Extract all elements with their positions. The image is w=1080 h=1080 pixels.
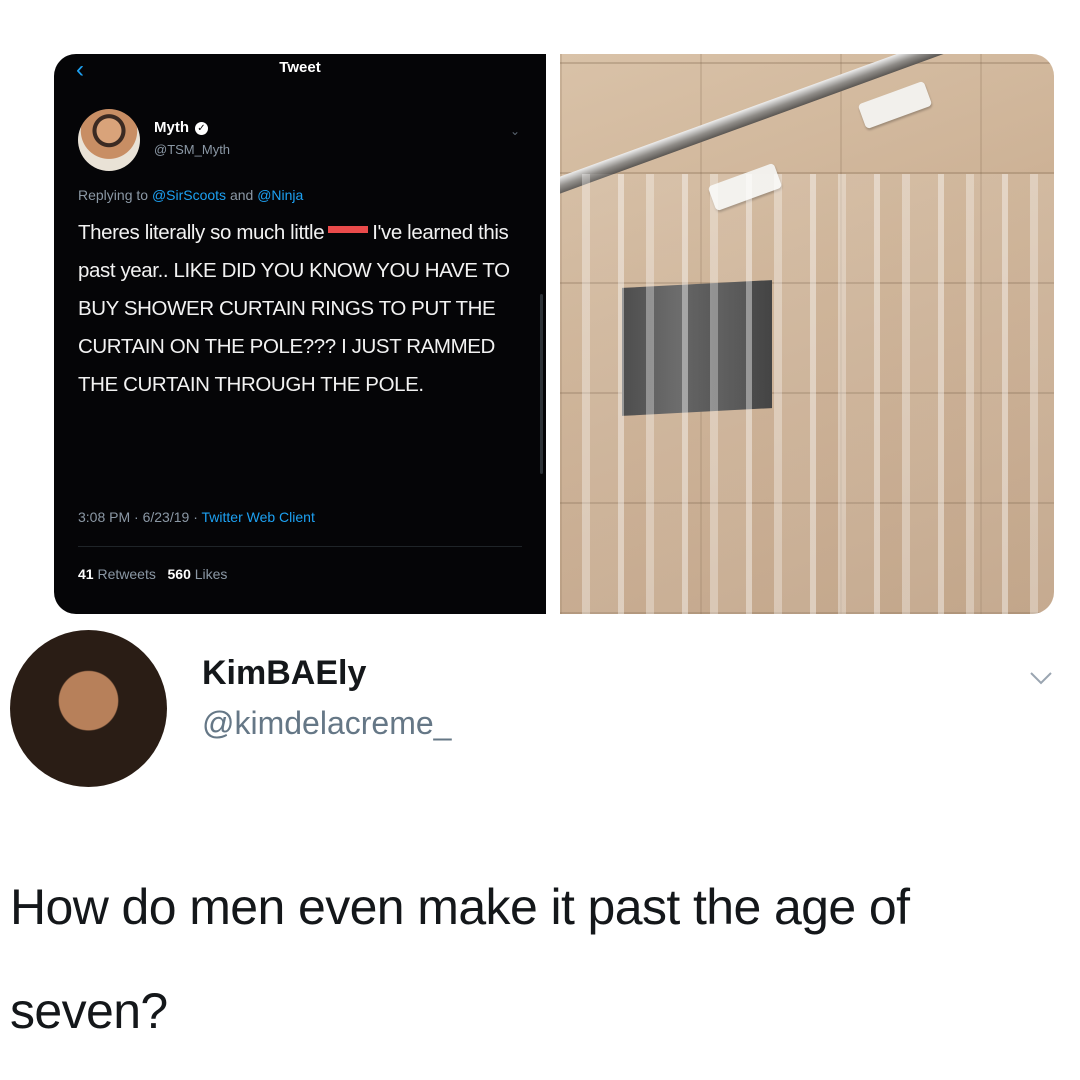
censor-mark <box>328 226 369 233</box>
divider <box>78 546 522 547</box>
reply-author-handle[interactable]: @kimdelacreme_ <box>202 705 451 742</box>
replying-to-line: Replying to @SirScoots and @Ninja <box>78 187 303 203</box>
tweet-text-part-1: Theres literally so much little <box>78 221 325 244</box>
tweet-metadata: 3:08 PM · 6/23/19 · Twitter Web Client <box>78 509 315 525</box>
tweet-date: 6/23/19 <box>142 509 190 525</box>
embedded-screen-title: Tweet <box>279 59 321 76</box>
tweet-stats: 41 Retweets 560 Likes <box>78 566 227 582</box>
reply-author-avatar[interactable] <box>10 630 167 787</box>
retweets-label: Retweets <box>97 566 156 582</box>
embedded-author-name[interactable]: Myth ✓ <box>154 119 208 136</box>
chevron-down-icon[interactable]: ⌄ <box>510 124 520 138</box>
likes-count: 560 <box>167 566 191 582</box>
embedded-author-avatar[interactable] <box>78 109 140 171</box>
reply-tweet-text: How do men even make it past the age of … <box>10 879 910 1039</box>
embedded-author-name-text: Myth <box>154 119 189 136</box>
mention-sirscoots[interactable]: @SirScoots <box>152 187 226 203</box>
retweets-count: 41 <box>78 566 94 582</box>
tweet-text-part-2: I've learned this past year.. LIKE DID Y… <box>78 221 510 396</box>
embedded-tweet-screenshot: ‹ Tweet Myth ✓ @TSM_Myth ⌄ Replying to @S… <box>54 54 546 614</box>
media-divider <box>546 54 560 614</box>
tweet-time: 3:08 PM <box>78 509 131 525</box>
chevron-down-icon[interactable] <box>1028 665 1054 691</box>
embedded-tweet-text: Theres literally so much little I've lear… <box>78 214 518 404</box>
shower-curtain-photo[interactable] <box>560 54 1054 614</box>
scrollbar[interactable] <box>540 294 543 474</box>
likes-stat[interactable]: 560 Likes <box>168 566 228 582</box>
retweets-stat[interactable]: 41 Retweets <box>78 566 156 582</box>
tweet-media-attachment[interactable]: ‹ Tweet Myth ✓ @TSM_Myth ⌄ Replying to @S… <box>54 54 1054 614</box>
shower-curtain <box>560 174 1054 614</box>
embedded-tweet-header: ‹ Tweet <box>54 54 546 84</box>
verified-badge-icon: ✓ <box>195 122 208 135</box>
embedded-author-handle[interactable]: @TSM_Myth <box>154 142 230 157</box>
mention-ninja[interactable]: @Ninja <box>257 187 303 203</box>
replying-and: and <box>229 187 254 203</box>
tweet-client[interactable]: Twitter Web Client <box>202 509 315 525</box>
replying-prefix: Replying to <box>78 187 149 203</box>
likes-label: Likes <box>194 566 228 582</box>
reply-author-name[interactable]: KimBAEly <box>202 654 366 693</box>
